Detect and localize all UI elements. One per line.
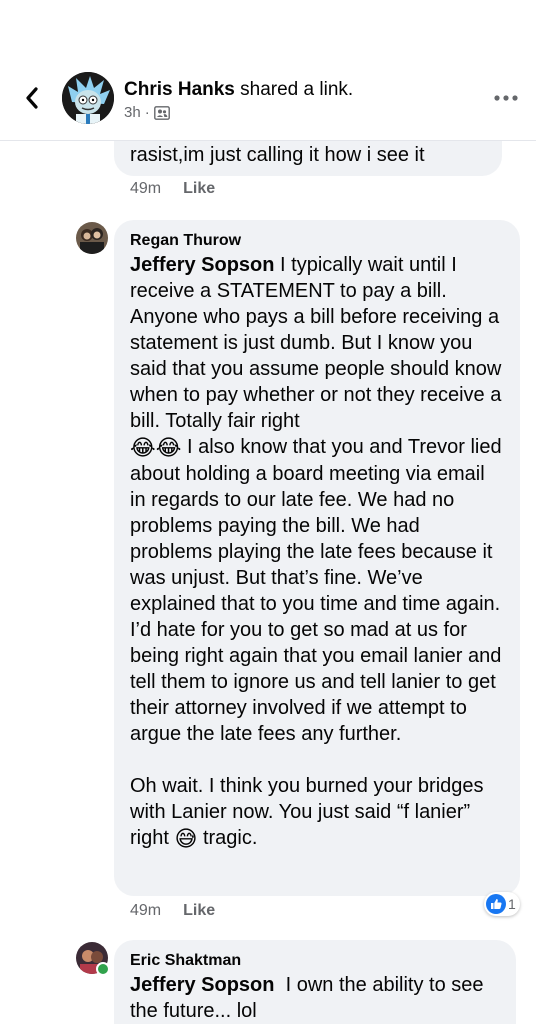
sweat-smile-emoji-icon: 😅	[174, 826, 198, 851]
like-button[interactable]: Like	[183, 180, 215, 198]
post-time[interactable]: 3h	[124, 104, 141, 121]
comment-text-part: Oh wait. I think you burned your bridges…	[130, 775, 490, 823]
cartoon-avatar-icon	[62, 72, 114, 124]
comment-text: Jeffery Sopson I typically wait until I …	[130, 252, 504, 852]
post-action: shared a link.	[240, 79, 354, 100]
post-header: Chris Hanks shared a link. 3h ·	[0, 0, 536, 141]
comment-text-part: I typically wait until I receive a STATE…	[130, 254, 507, 432]
comment-text-part: I also know that you and Trevor lied abo…	[130, 436, 508, 745]
comment-time: 49m	[130, 902, 162, 919]
mention-link[interactable]: Jeffery Sopson	[130, 254, 274, 276]
comment-meta: 49m Like	[130, 902, 215, 920]
friends-icon	[153, 105, 170, 120]
like-button[interactable]: Like	[183, 902, 215, 920]
comment-text-part: tragic.	[202, 827, 258, 849]
back-button[interactable]	[18, 84, 46, 112]
author-avatar[interactable]	[62, 72, 114, 124]
post-title: Chris Hanks shared a link.	[124, 78, 353, 102]
comment-text-part: right	[130, 827, 169, 849]
more-options-button[interactable]	[490, 88, 522, 108]
mention-link[interactable]: Jeffery Sopson	[130, 974, 274, 996]
more-dots-icon	[494, 95, 518, 101]
post-author-name[interactable]: Chris Hanks	[124, 79, 235, 100]
comment-author[interactable]: Regan Thurow	[130, 232, 504, 250]
comment-author[interactable]: Eric Shaktman	[130, 952, 500, 970]
post-meta: 3h ·	[124, 104, 170, 121]
laughing-emoji-icon: 😂😂	[130, 435, 182, 460]
chevron-left-icon	[26, 87, 38, 109]
reaction-count: 1	[508, 896, 516, 912]
reaction-badge[interactable]: 1	[484, 892, 520, 916]
like-reaction-icon	[486, 894, 506, 914]
comment-bubble[interactable]: Regan Thurow Jeffery Sopson I typically …	[114, 220, 520, 896]
comment-text: rasist,im just calling it how i see it	[130, 144, 425, 166]
comment-time: 49m	[130, 180, 162, 197]
comment-text: Jeffery Sopson I own the ability to see …	[130, 972, 500, 1024]
meta-separator: ·	[144, 104, 150, 121]
avatar[interactable]	[76, 222, 108, 254]
comment-bubble[interactable]: Eric Shaktman Jeffery Sopson I own the a…	[114, 940, 516, 1024]
comment-meta: 49m Like	[130, 180, 215, 198]
post-comments-screen: rasist,im just calling it how i see it 4…	[0, 0, 536, 1024]
online-status-indicator	[96, 962, 110, 976]
